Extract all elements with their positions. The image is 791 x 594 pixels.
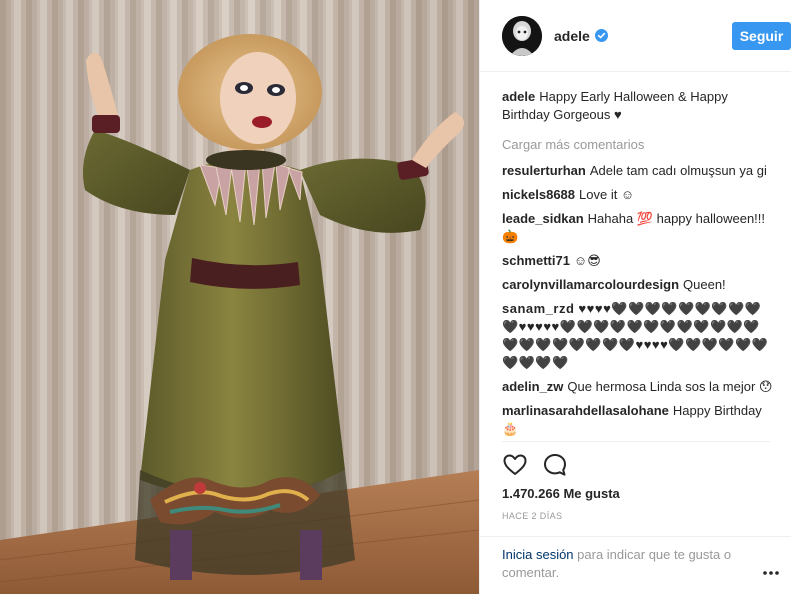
post-timestamp[interactable]: HACE 2 DÍAS: [502, 511, 562, 521]
comment-text: Love it ☺: [579, 187, 635, 202]
verified-badge-icon: [595, 29, 608, 42]
comment-item: sanam_rzd ♥♥♥♥🖤🖤🖤🖤🖤🖤🖤🖤🖤🖤♥♥♥♥♥🖤🖤🖤🖤🖤🖤🖤🖤🖤🖤🖤🖤…: [502, 300, 774, 372]
post-photo[interactable]: [0, 0, 479, 594]
login-link[interactable]: Inicia sesión: [502, 547, 574, 562]
comment-item: leade_sidkan Hahaha 💯 happy halloween!!!🎃: [502, 210, 774, 246]
post-author-username[interactable]: adele: [554, 28, 590, 44]
comment-bubble-icon[interactable]: [542, 452, 568, 478]
comment-text: Que hermosa Linda sos la mejor 😯: [567, 379, 773, 394]
comment-item: resulerturhan Adele tam cadı olmuşsun ya …: [502, 162, 774, 180]
follow-button[interactable]: Seguir: [732, 22, 791, 50]
comment-username[interactable]: adelin_zw: [502, 379, 563, 394]
comment-item: adelin_zw Que hermosa Linda sos la mejor …: [502, 378, 774, 396]
caption-username[interactable]: adele: [502, 89, 535, 104]
divider: [502, 441, 770, 442]
heart-outline-icon[interactable]: [502, 452, 528, 478]
comment-text: Queen!: [683, 277, 726, 292]
comment-username[interactable]: marlinasarahdellasalohane: [502, 403, 669, 418]
instagram-post: adele Seguir adele Happy Early Halloween …: [0, 0, 791, 594]
post-header: adele Seguir: [480, 0, 791, 72]
more-options-icon[interactable]: [763, 564, 779, 575]
comment-username[interactable]: carolynvillamarcolourdesign: [502, 277, 679, 292]
comment-username[interactable]: sanam_rzd: [502, 301, 574, 316]
comment-text: Adele tam cadı olmuşsun ya gi: [589, 163, 767, 178]
avatar[interactable]: [502, 16, 542, 56]
caption-text: Happy Early Halloween & Happy Birthday G…: [502, 89, 728, 122]
comment-text: ☺😎: [573, 253, 601, 268]
comment-item: carolynvillamarcolourdesign Queen!: [502, 276, 774, 294]
likes-count[interactable]: 1.470.266 Me gusta: [502, 486, 620, 501]
login-prompt: Inicia sesión para indicar que te gusta …: [502, 546, 762, 582]
comment-username[interactable]: leade_sidkan: [502, 211, 584, 226]
comment-username[interactable]: schmetti71: [502, 253, 570, 268]
comment-username[interactable]: resulerturhan: [502, 163, 586, 178]
load-more-comments-link[interactable]: Cargar más comentarios: [502, 136, 774, 154]
comment-item: schmetti71 ☺😎: [502, 252, 774, 270]
caption: adele Happy Early Halloween & Happy Birth…: [502, 88, 774, 124]
comment-item: marlinasarahdellasalohane Happy Birthday …: [502, 402, 774, 438]
post-side-panel: adele Seguir adele Happy Early Halloween …: [479, 0, 791, 594]
comments-list[interactable]: adele Happy Early Halloween & Happy Birth…: [502, 88, 774, 442]
comment-username[interactable]: nickels8688: [502, 187, 575, 202]
divider: [480, 536, 791, 537]
comment-item: nickels8688 Love it ☺: [502, 186, 774, 204]
